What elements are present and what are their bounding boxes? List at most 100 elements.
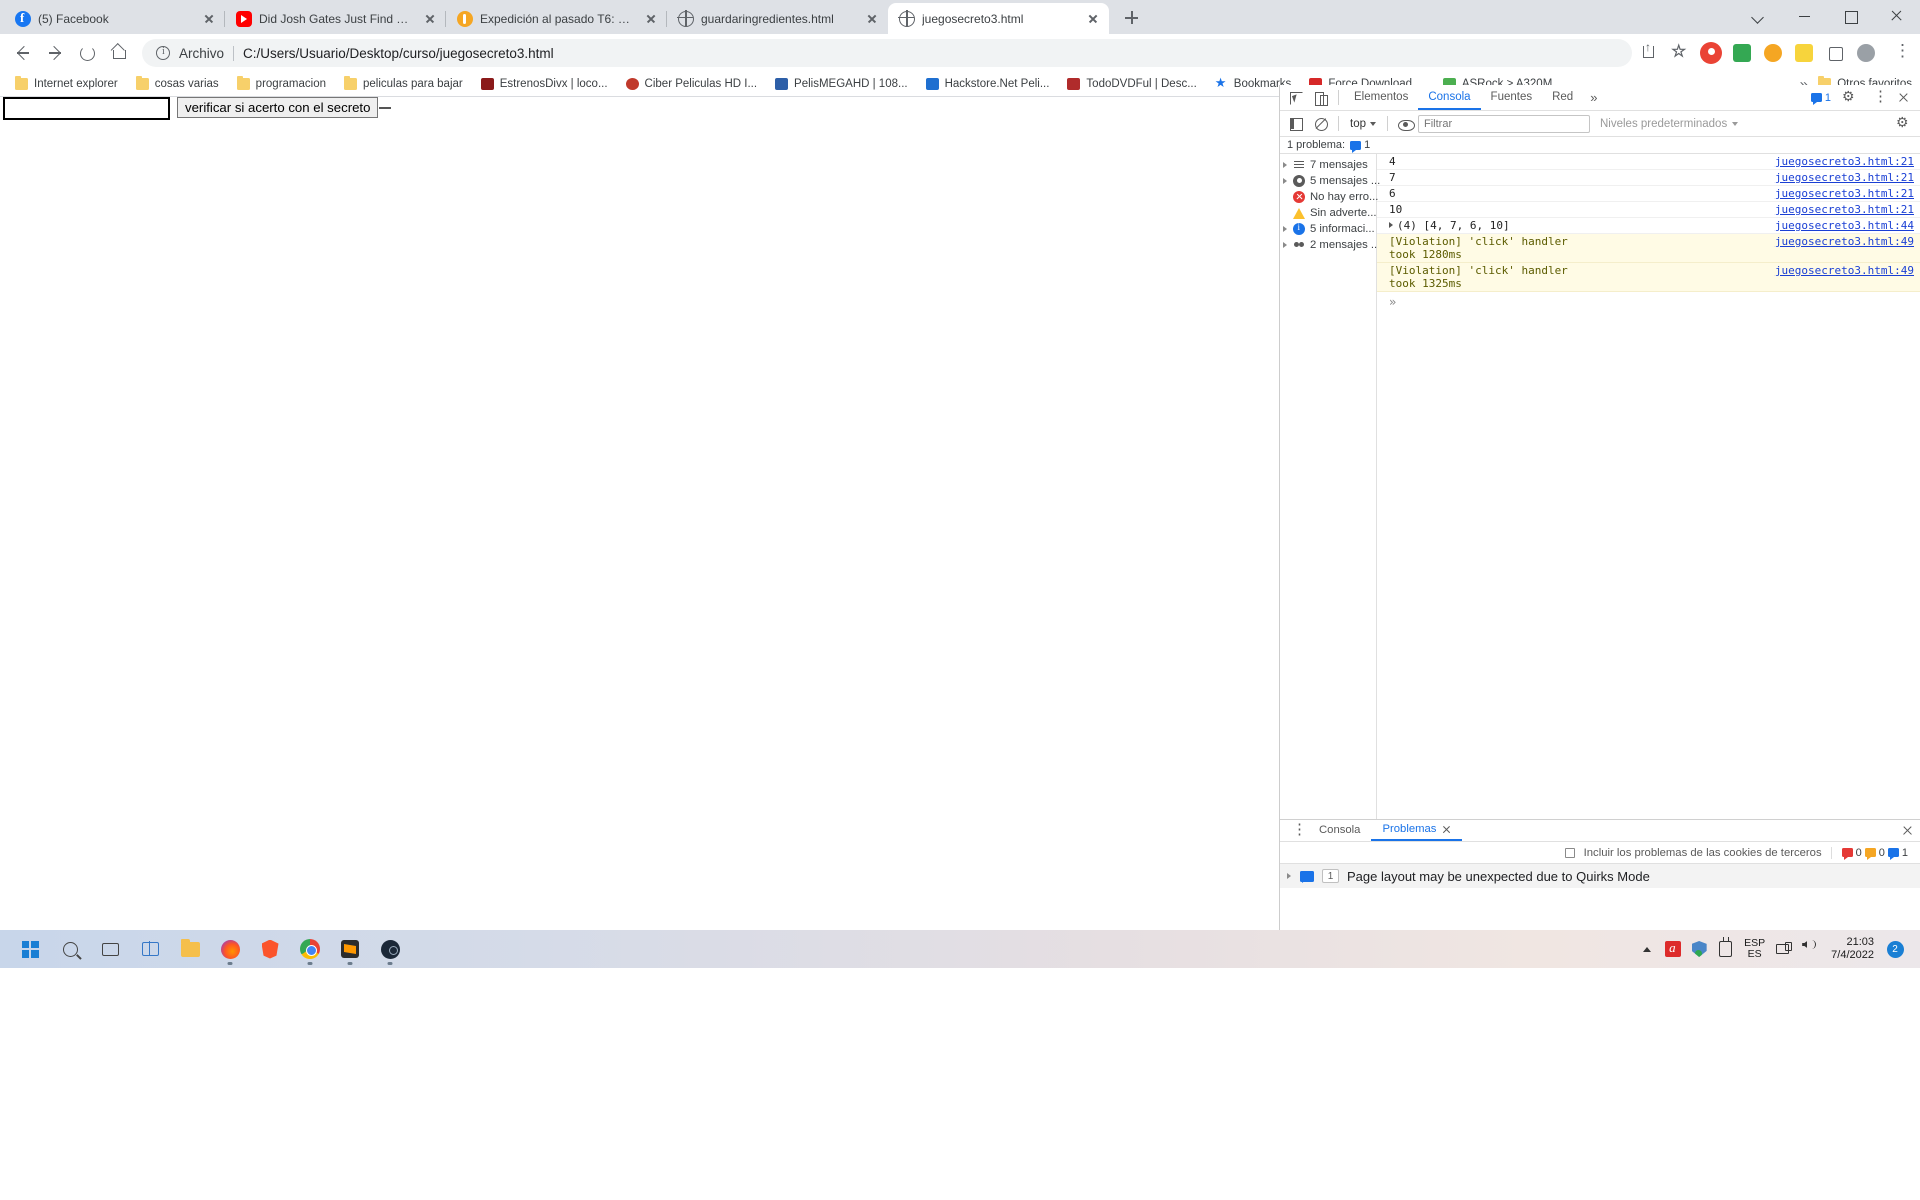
profile-avatar-button[interactable]: [1851, 38, 1881, 68]
browser-tab-facebook[interactable]: (5) Facebook: [4, 3, 225, 34]
close-tab-icon[interactable]: [420, 9, 440, 29]
console-source-link[interactable]: juegosecreto3.html:21: [1775, 171, 1914, 184]
more-tabs-icon[interactable]: »: [1583, 90, 1604, 105]
firefox-button[interactable]: [210, 930, 250, 968]
live-expression-eye-icon[interactable]: [1393, 112, 1418, 136]
extension-green-icon[interactable]: [1727, 38, 1757, 68]
tab-elementos[interactable]: Elementos: [1344, 85, 1418, 110]
extension-yellow-icon[interactable]: [1789, 38, 1819, 68]
start-button[interactable]: [10, 930, 50, 968]
share-icon[interactable]: [1634, 38, 1664, 68]
close-tab-icon[interactable]: [1083, 9, 1103, 29]
expand-triangle-icon[interactable]: [1283, 242, 1288, 248]
tab-fuentes[interactable]: Fuentes: [1481, 85, 1543, 110]
browser-tab-expedicion[interactable]: Expedición al pasado T6: ¿Qué o: [446, 3, 667, 34]
extensions-icon[interactable]: [1820, 38, 1850, 68]
tab-red[interactable]: Red: [1542, 85, 1583, 110]
console-message-list[interactable]: 4 juegosecreto3.html:21 7 juegosecreto3.…: [1377, 154, 1920, 819]
console-source-link[interactable]: juegosecreto3.html:21: [1775, 187, 1914, 200]
close-drawer-icon[interactable]: [1895, 819, 1920, 843]
console-source-link[interactable]: juegosecreto3.html:49: [1775, 235, 1914, 248]
drawer-tab-problemas[interactable]: Problemas: [1371, 820, 1463, 841]
settings-gear-icon[interactable]: [1837, 86, 1862, 110]
console-row[interactable]: 6 juegosecreto3.html:21: [1377, 186, 1920, 202]
execution-context-select[interactable]: top: [1344, 118, 1382, 130]
secret-input[interactable]: [3, 97, 170, 120]
sidebar-item-info[interactable]: 5 informaci...: [1280, 221, 1376, 237]
sublime-text-button[interactable]: [330, 930, 370, 968]
close-tab-icon[interactable]: [862, 9, 882, 29]
issues-badge[interactable]: 1: [1807, 92, 1835, 105]
third-party-cookies-checkbox[interactable]: [1564, 847, 1575, 858]
chevron-down-icon[interactable]: [1736, 0, 1782, 32]
console-settings-icon[interactable]: [1891, 112, 1916, 136]
home-button[interactable]: [104, 38, 134, 68]
profile-red-icon[interactable]: [1696, 38, 1726, 68]
sidebar-item-errors[interactable]: No hay erro...: [1280, 189, 1378, 205]
avast-tray-icon[interactable]: [1660, 930, 1686, 968]
console-source-link[interactable]: juegosecreto3.html:21: [1775, 155, 1914, 168]
bookmark-star-icon[interactable]: [1665, 38, 1695, 68]
bookmark-peliculas-para-bajar[interactable]: peliculas para bajar: [335, 73, 472, 95]
bookmark-internet-explorer[interactable]: Internet explorer: [6, 73, 127, 95]
clock[interactable]: 21:03 7/4/2022: [1823, 936, 1882, 961]
close-devtools-icon[interactable]: [1891, 86, 1916, 110]
console-row[interactable]: 4 juegosecreto3.html:21: [1377, 154, 1920, 170]
console-source-link[interactable]: juegosecreto3.html:44: [1775, 219, 1914, 232]
bookmark-estrenosdivx[interactable]: EstrenosDivx | loco...: [472, 73, 617, 95]
log-levels-select[interactable]: Niveles predeterminados: [1600, 118, 1739, 130]
sidebar-item-all-messages[interactable]: 7 mensajes: [1280, 157, 1376, 173]
notifications-button[interactable]: 2: [1882, 930, 1908, 968]
expand-triangle-icon[interactable]: [1389, 222, 1393, 228]
device-toolbar-icon[interactable]: [1308, 86, 1333, 110]
forward-button[interactable]: [40, 38, 70, 68]
tray-overflow-button[interactable]: [1634, 930, 1660, 968]
close-tab-icon[interactable]: [641, 9, 661, 29]
tab-consola[interactable]: Consola: [1418, 85, 1481, 110]
address-bar[interactable]: Archivo C:/Users/Usuario/Desktop/curso/j…: [142, 39, 1632, 67]
console-row[interactable]: 10 juegosecreto3.html:21: [1377, 202, 1920, 218]
devtools-menu-icon[interactable]: [1864, 86, 1889, 110]
security-tray-icon[interactable]: [1686, 930, 1712, 968]
new-tab-button[interactable]: [1117, 4, 1145, 32]
expand-triangle-icon[interactable]: [1283, 226, 1288, 232]
expand-triangle-icon[interactable]: [1283, 178, 1288, 184]
maximize-icon[interactable]: [1828, 0, 1874, 32]
verify-secret-button[interactable]: verificar si acerto con el secreto: [177, 97, 379, 118]
console-row-violation[interactable]: [Violation] 'click' handler took 1325ms …: [1377, 263, 1920, 292]
console-source-link[interactable]: juegosecreto3.html:49: [1775, 264, 1914, 277]
console-row-array[interactable]: (4) [4, 7, 6, 10] juegosecreto3.html:44: [1377, 218, 1920, 234]
bookmark-tododvdful[interactable]: TodoDVDFul | Desc...: [1058, 73, 1205, 95]
network-tray-icon[interactable]: [1771, 930, 1797, 968]
console-source-link[interactable]: juegosecreto3.html:21: [1775, 203, 1914, 216]
usb-eject-tray-icon[interactable]: [1712, 930, 1738, 968]
close-window-icon[interactable]: [1874, 0, 1920, 32]
extension-orange-icon[interactable]: [1758, 38, 1788, 68]
task-view-button[interactable]: [90, 930, 130, 968]
drawer-tab-consola[interactable]: Consola: [1308, 820, 1371, 841]
console-input-prompt[interactable]: »: [1377, 292, 1920, 309]
chrome-menu-icon[interactable]: [1882, 38, 1912, 68]
brave-button[interactable]: [250, 930, 290, 968]
console-problem-summary[interactable]: 1 problema: 1: [1280, 137, 1920, 154]
sidebar-item-warnings[interactable]: Sin adverte...: [1280, 205, 1377, 221]
problem-item-quirks-mode[interactable]: 1 Page layout may be unexpected due to Q…: [1280, 864, 1920, 888]
reload-button[interactable]: [72, 38, 102, 68]
widgets-button[interactable]: [130, 930, 170, 968]
console-filter-input[interactable]: [1418, 114, 1590, 133]
expand-triangle-icon[interactable]: [1283, 162, 1288, 168]
close-tab-icon[interactable]: [199, 9, 219, 29]
drawer-menu-icon[interactable]: [1283, 819, 1308, 843]
language-indicator[interactable]: ESP ES: [1738, 937, 1771, 960]
bookmark-ciberpeliculashd[interactable]: Ciber Peliculas HD I...: [617, 73, 766, 95]
file-explorer-button[interactable]: [170, 930, 210, 968]
steam-button[interactable]: [370, 930, 410, 968]
inspect-element-icon[interactable]: [1283, 86, 1308, 110]
bookmark-programacion[interactable]: programacion: [228, 73, 335, 95]
close-drawer-tab-icon[interactable]: [1442, 825, 1451, 834]
browser-tab-guardaringredientes[interactable]: guardaringredientes.html: [667, 3, 888, 34]
search-button[interactable]: [50, 930, 90, 968]
clear-console-icon[interactable]: [1308, 112, 1333, 136]
sidebar-item-user-messages[interactable]: 5 mensajes ...: [1280, 173, 1380, 189]
bookmark-pelismegahd[interactable]: PelisMEGAHD | 108...: [766, 73, 917, 95]
